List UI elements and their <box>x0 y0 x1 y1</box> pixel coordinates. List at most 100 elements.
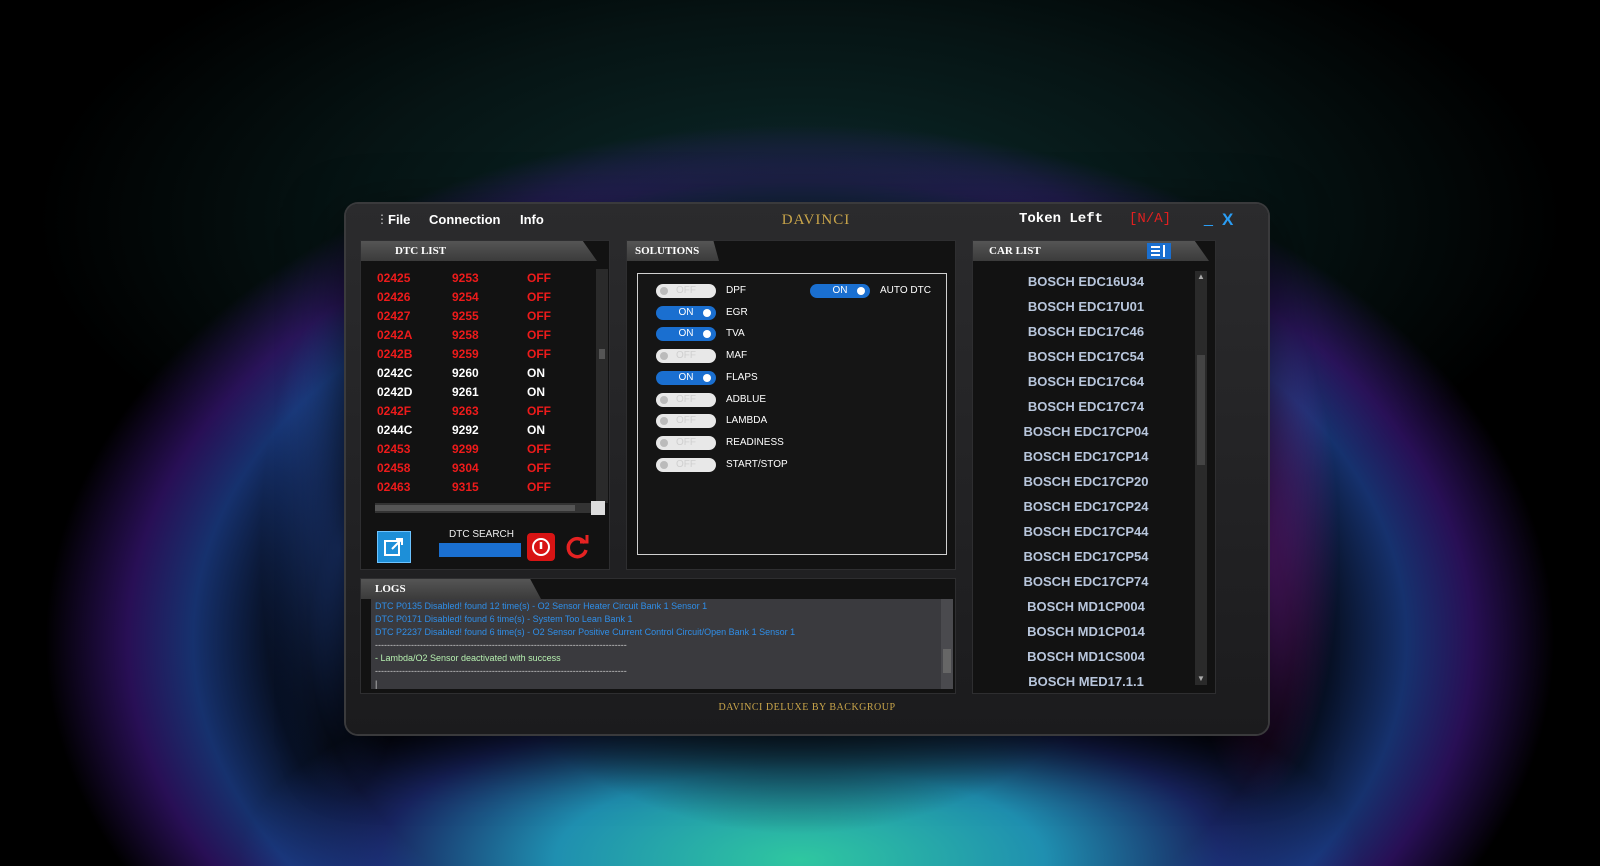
car-list-scrollbar[interactable]: ▲ ▼ <box>1195 271 1207 685</box>
list-view-button[interactable] <box>1147 243 1171 259</box>
dtc-state: OFF <box>527 461 551 475</box>
car-list-header: CAR LIST <box>973 241 1209 261</box>
car-list-item[interactable]: BOSCH EDC17CP24 <box>981 494 1191 519</box>
car-list-item[interactable]: BOSCH EDC17C54 <box>981 344 1191 369</box>
toggle-state: ON <box>678 328 694 340</box>
dtc-code: 0242D <box>377 385 413 399</box>
car-list-item[interactable]: BOSCH EDC17CP04 <box>981 419 1191 444</box>
dtc-state: OFF <box>527 271 551 285</box>
external-link-icon <box>384 538 403 556</box>
car-list-item[interactable]: BOSCH MED17.1.1 <box>981 669 1191 694</box>
menu-grip-icon: ⋮ <box>376 212 388 226</box>
dtc-number: 9260 <box>452 366 479 380</box>
car-list-item[interactable]: BOSCH EDC17CP20 <box>981 469 1191 494</box>
dtc-row[interactable]: 02453 9299 OFF <box>377 440 597 459</box>
dtc-row[interactable]: 0242F 9263 OFF <box>377 402 597 421</box>
dtc-number: 9299 <box>452 442 479 456</box>
dtc-row[interactable]: 0242C 9260 ON <box>377 364 597 383</box>
car-list-item[interactable]: BOSCH EDC17C74 <box>981 394 1191 419</box>
solution-label: READINESS <box>726 436 784 448</box>
toggle-knob <box>660 438 668 447</box>
toggle-dpf[interactable]: OFF <box>656 284 716 298</box>
solution-label: EGR <box>726 306 748 318</box>
minimize-button[interactable]: _ <box>1204 210 1213 228</box>
car-list-item[interactable]: BOSCH MD1CP004 <box>981 594 1191 619</box>
token-value: [N/A] <box>1129 211 1172 227</box>
toggle-state: OFF <box>676 285 696 296</box>
dtc-row[interactable]: 02425 9253 OFF <box>377 269 597 288</box>
toggle-egr[interactable]: ON <box>656 305 716 320</box>
dtc-code: 02463 <box>377 480 411 494</box>
toggle-state: OFF <box>676 415 696 427</box>
car-list-item[interactable]: BOSCH EDC17CP54 <box>981 544 1191 569</box>
dtc-search-input[interactable] <box>439 543 521 557</box>
auto-dtc-toggle[interactable]: ON <box>810 284 870 298</box>
scrollbar-thumb[interactable] <box>599 349 605 359</box>
toggle-readiness[interactable]: OFF <box>656 435 716 450</box>
open-external-button[interactable] <box>377 531 411 563</box>
dtc-list-horizontal-scrollbar[interactable] <box>375 501 605 515</box>
toggle-lambda[interactable]: OFF <box>656 414 716 429</box>
dtc-state: OFF <box>527 309 551 323</box>
toggle-knob <box>660 460 668 469</box>
car-list-item[interactable]: BOSCH MD1CS004 <box>981 644 1191 669</box>
dtc-code: 0242A <box>377 328 413 342</box>
dtc-code: 0242F <box>377 404 412 418</box>
close-button[interactable]: X <box>1222 210 1233 230</box>
power-icon <box>532 538 550 556</box>
car-list-item[interactable]: BOSCH EDC16U34 <box>981 269 1191 294</box>
dtc-number: 9254 <box>452 290 479 304</box>
car-list-item[interactable]: BOSCH EDC17CP44 <box>981 519 1191 544</box>
toggle-maf[interactable]: OFF <box>656 349 716 364</box>
power-button[interactable] <box>527 533 555 561</box>
davinci-window: ⋮ File Connection Info DAVINCI Token Lef… <box>346 204 1268 734</box>
car-list-item[interactable]: BOSCH EDC17CP74 <box>981 569 1191 594</box>
log-line: DTC P0171 Disabled! found 6 time(s) - Sy… <box>375 614 633 624</box>
scrollbar-thumb[interactable] <box>943 649 951 673</box>
car-list-item[interactable]: BOSCH EDC17CP14 <box>981 444 1191 469</box>
refresh-button[interactable] <box>561 531 593 563</box>
menu-connection[interactable]: Connection <box>429 212 501 227</box>
toggle-start-stop[interactable]: OFF <box>656 457 716 472</box>
menu-info[interactable]: Info <box>520 212 544 227</box>
dtc-code: 0242C <box>377 366 413 380</box>
scroll-down-icon[interactable]: ▼ <box>1197 675 1205 683</box>
car-list-item[interactable]: BOSCH EDC17C46 <box>981 319 1191 344</box>
solution-label: DPF <box>726 285 746 296</box>
dtc-list-panel: DTC LIST 02425 9253 OFF 02426 9254 OFF 02427 92… <box>360 240 610 570</box>
dtc-row[interactable]: 0242B 9259 OFF <box>377 345 597 364</box>
dtc-state: OFF <box>527 404 551 418</box>
dtc-row[interactable]: 02427 9255 OFF <box>377 307 597 326</box>
solutions-box: ON AUTO DTC OFF DPF ON EGR ON TVA OFF MAF ON FLAP… <box>637 273 947 555</box>
scrollbar-thumb[interactable] <box>375 505 575 511</box>
list-view-icon <box>1151 245 1165 257</box>
toggle-knob <box>660 287 668 295</box>
dtc-list-vertical-scrollbar[interactable] <box>596 269 608 503</box>
menu-file[interactable]: File <box>388 212 410 227</box>
scroll-up-icon[interactable]: ▲ <box>1197 273 1205 281</box>
car-list-item[interactable]: BOSCH EDC17C64 <box>981 369 1191 394</box>
dtc-code: 02426 <box>377 290 411 304</box>
toggle-state: ON <box>832 285 848 296</box>
log-line: ----------------------------------------… <box>375 640 627 650</box>
logs-textarea[interactable]: DTC P0135 Disabled! found 12 time(s) - O… <box>371 599 953 689</box>
scrollbar-thumb[interactable] <box>1197 355 1205 465</box>
toggle-adblue[interactable]: OFF <box>656 392 716 407</box>
dtc-row[interactable]: 0244C 9292 ON <box>377 421 597 440</box>
logs-scrollbar[interactable] <box>941 599 953 689</box>
dtc-row[interactable]: 02458 9304 OFF <box>377 459 597 478</box>
dtc-row[interactable]: 0242A 9258 OFF <box>377 326 597 345</box>
solution-label: LAMBDA <box>726 415 768 427</box>
dtc-row[interactable]: 0242D 9261 ON <box>377 383 597 402</box>
toggle-knob <box>703 330 711 339</box>
auto-dtc-label: AUTO DTC <box>880 285 931 296</box>
dtc-row[interactable]: 02426 9254 OFF <box>377 288 597 307</box>
toggle-flaps[interactable]: ON <box>656 370 716 385</box>
dtc-number: 9261 <box>452 385 479 399</box>
car-list-item[interactable]: BOSCH EDC17U01 <box>981 294 1191 319</box>
toggle-knob <box>857 287 865 295</box>
car-list-item[interactable]: BOSCH MD1CP014 <box>981 619 1191 644</box>
log-line: - Lambda/O2 Sensor deactivated with succ… <box>375 653 561 663</box>
dtc-row[interactable]: 02463 9315 OFF <box>377 478 597 497</box>
toggle-tva[interactable]: ON <box>656 327 716 342</box>
